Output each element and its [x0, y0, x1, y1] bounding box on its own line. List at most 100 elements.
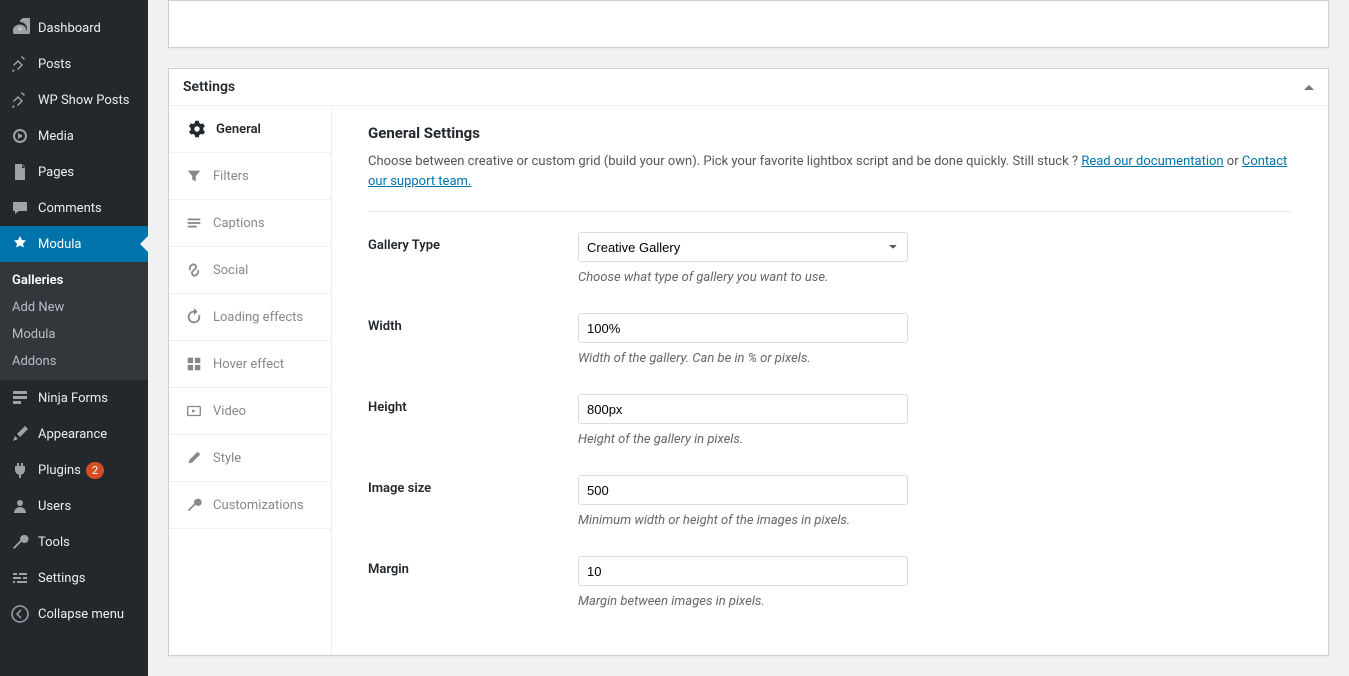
gear-icon	[188, 120, 206, 138]
tab-social[interactable]: Social	[169, 247, 331, 294]
submenu-addons[interactable]: Addons	[0, 348, 148, 375]
row-gallery-type: Gallery Type Creative Gallery Choose wha…	[368, 232, 1292, 285]
play-icon	[185, 402, 203, 420]
description-text: Choose between creative or custom grid (…	[368, 154, 1081, 169]
sidebar-item-label: Dashboard	[38, 21, 101, 36]
gallery-type-select[interactable]: Creative Gallery	[578, 232, 908, 262]
admin-sidebar: Dashboard Posts WP Show Posts Media Page…	[0, 0, 148, 676]
sidebar-item-posts[interactable]: Posts	[0, 46, 148, 82]
wrench-icon	[10, 532, 30, 552]
form-icon	[10, 388, 30, 408]
sidebar-item-collapse[interactable]: Collapse menu	[0, 596, 148, 632]
sidebar-item-wpshowposts[interactable]: WP Show Posts	[0, 82, 148, 118]
sidebar-item-label: WP Show Posts	[38, 93, 129, 108]
sidebar-item-label: Ninja Forms	[38, 391, 108, 406]
submenu-galleries[interactable]: Galleries	[0, 267, 148, 294]
tab-filters[interactable]: Filters	[169, 153, 331, 200]
sidebar-item-comments[interactable]: Comments	[0, 190, 148, 226]
row-image-size: Image size Minimum width or height of th…	[368, 475, 1292, 528]
label-margin: Margin	[368, 556, 578, 609]
collapse-icon	[10, 604, 30, 624]
description-or: or	[1224, 154, 1242, 169]
general-settings-description: Choose between creative or custom grid (…	[368, 152, 1292, 212]
sidebar-item-modula[interactable]: Modula	[0, 226, 148, 262]
panel-placeholder	[168, 0, 1329, 48]
link-read-documentation[interactable]: Read our documentation	[1081, 154, 1223, 169]
height-input[interactable]	[578, 394, 908, 424]
tab-label: Filters	[213, 169, 249, 184]
main-content: Settings General Filters Captions	[148, 0, 1349, 676]
tab-label: Video	[213, 404, 246, 419]
brush-icon	[10, 424, 30, 444]
sidebar-item-ninjaforms[interactable]: Ninja Forms	[0, 380, 148, 416]
tab-loading-effects[interactable]: Loading effects	[169, 294, 331, 341]
sidebar-item-dashboard[interactable]: Dashboard	[0, 10, 148, 46]
submenu-add-new[interactable]: Add New	[0, 294, 148, 321]
margin-input[interactable]	[578, 556, 908, 586]
helper-image-size: Minimum width or height of the images in…	[578, 513, 908, 528]
sidebar-item-media[interactable]: Media	[0, 118, 148, 154]
label-height: Height	[368, 394, 578, 447]
sidebar-item-label: Appearance	[38, 427, 107, 442]
width-input[interactable]	[578, 313, 908, 343]
helper-margin: Margin between images in pixels.	[578, 594, 908, 609]
settings-panel-header[interactable]: Settings	[169, 69, 1328, 106]
tab-label: Customizations	[213, 498, 304, 513]
tab-general[interactable]: General	[169, 106, 331, 153]
sidebar-item-appearance[interactable]: Appearance	[0, 416, 148, 452]
row-height: Height Height of the gallery in pixels.	[368, 394, 1292, 447]
image-size-input[interactable]	[578, 475, 908, 505]
link-icon	[185, 261, 203, 279]
helper-height: Height of the gallery in pixels.	[578, 432, 908, 447]
tab-customizations[interactable]: Customizations	[169, 482, 331, 529]
user-icon	[10, 496, 30, 516]
dashboard-icon	[10, 18, 30, 38]
sidebar-item-label: Settings	[38, 571, 85, 586]
sidebar-submenu-modula: Galleries Add New Modula Addons	[0, 262, 148, 380]
sidebar-item-label: Pages	[38, 165, 74, 180]
helper-gallery-type: Choose what type of gallery you want to …	[578, 270, 908, 285]
sidebar-item-label: Posts	[38, 57, 71, 72]
settings-content: General Settings Choose between creative…	[332, 106, 1328, 655]
sidebar-item-settings[interactable]: Settings	[0, 560, 148, 596]
tab-style[interactable]: Style	[169, 435, 331, 482]
panel-toggle-icon[interactable]	[1304, 85, 1314, 90]
pin-icon	[10, 54, 30, 74]
reload-icon	[185, 308, 203, 326]
grid-icon	[185, 355, 203, 373]
sidebar-item-label: Media	[38, 129, 74, 144]
lines-icon	[185, 214, 203, 232]
sliders-icon	[10, 568, 30, 588]
modula-icon	[10, 234, 30, 254]
plugins-update-badge: 2	[86, 462, 104, 479]
sidebar-item-tools[interactable]: Tools	[0, 524, 148, 560]
sidebar-item-label: Modula	[38, 237, 82, 252]
tab-label: General	[216, 122, 261, 137]
tab-video[interactable]: Video	[169, 388, 331, 435]
tab-label: Style	[213, 451, 241, 466]
sidebar-item-label: Tools	[38, 535, 70, 550]
media-icon	[10, 126, 30, 146]
settings-panel: Settings General Filters Captions	[168, 68, 1329, 656]
row-margin: Margin Margin between images in pixels.	[368, 556, 1292, 609]
label-gallery-type: Gallery Type	[368, 232, 578, 285]
helper-width: Width of the gallery. Can be in % or pix…	[578, 351, 908, 366]
tab-captions[interactable]: Captions	[169, 200, 331, 247]
submenu-modula[interactable]: Modula	[0, 321, 148, 348]
funnel-icon	[185, 167, 203, 185]
tab-label: Captions	[213, 216, 265, 231]
sidebar-item-plugins[interactable]: Plugins 2	[0, 452, 148, 488]
sidebar-item-users[interactable]: Users	[0, 488, 148, 524]
plugin-icon	[10, 460, 30, 480]
settings-panel-title: Settings	[183, 79, 235, 95]
tab-label: Hover effect	[213, 357, 284, 372]
tab-label: Loading effects	[213, 310, 303, 325]
label-image-size: Image size	[368, 475, 578, 528]
settings-panel-body: General Filters Captions Social Loading …	[169, 106, 1328, 655]
tab-hover-effect[interactable]: Hover effect	[169, 341, 331, 388]
row-width: Width Width of the gallery. Can be in % …	[368, 313, 1292, 366]
sidebar-item-label: Users	[38, 499, 71, 514]
sidebar-item-pages[interactable]: Pages	[0, 154, 148, 190]
pencil-icon	[185, 449, 203, 467]
general-settings-heading: General Settings	[368, 124, 1292, 142]
